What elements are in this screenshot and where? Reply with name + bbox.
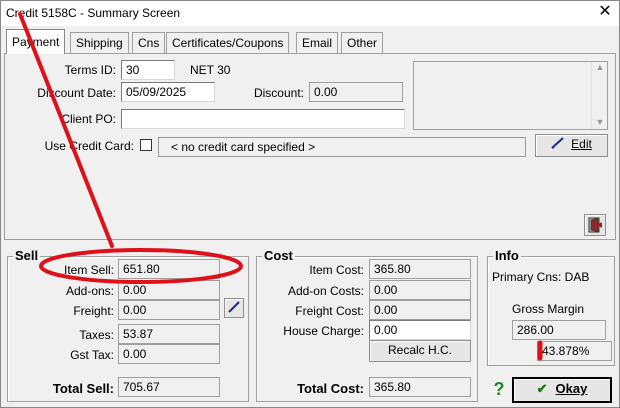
- use-credit-card-checkbox[interactable]: [140, 139, 152, 151]
- tab-cns[interactable]: Cns: [132, 32, 166, 53]
- close-icon[interactable]: ✕: [596, 3, 614, 21]
- okay-button[interactable]: ✔ Okay: [512, 377, 612, 403]
- scroll-down-icon[interactable]: ▼: [592, 117, 608, 127]
- use-credit-card-label: Use Credit Card:: [44, 139, 134, 153]
- tab-payment[interactable]: Payment: [6, 29, 66, 54]
- terms-description: NET 30: [190, 63, 231, 77]
- exit-door-icon: [587, 217, 603, 236]
- freight-cost-field: 0.00: [369, 300, 471, 320]
- tab-email[interactable]: Email: [296, 32, 339, 53]
- item-sell-label: Item Sell:: [63, 263, 114, 277]
- addon-costs-label: Add-on Costs:: [287, 284, 364, 298]
- help-icon[interactable]: ?: [490, 378, 508, 400]
- addons-field: 0.00: [118, 280, 220, 300]
- client-po-label: Client PO:: [61, 112, 116, 126]
- gross-margin-label: Gross Margin: [512, 302, 585, 316]
- house-charge-label: House Charge:: [283, 324, 364, 338]
- edit-button[interactable]: Edit: [535, 134, 608, 157]
- taxes-field: 53.87: [118, 324, 220, 344]
- scroll-up-icon[interactable]: ▲: [592, 62, 608, 72]
- sell-group-title: Sell: [13, 248, 41, 263]
- freight-label: Freight:: [73, 304, 114, 318]
- pencil-icon: [551, 136, 565, 154]
- pencil-icon: [227, 301, 241, 317]
- item-cost-field: 365.80: [369, 259, 471, 279]
- discount-date-field[interactable]: 05/09/2025: [121, 82, 215, 102]
- addons-label: Add-ons:: [65, 284, 114, 298]
- house-charge-field[interactable]: 0.00: [369, 320, 471, 340]
- primary-cns: Primary Cns: DAB: [492, 270, 590, 284]
- addon-costs-field: 0.00: [369, 280, 471, 300]
- window-title: Credit 5158C - Summary Screen: [6, 6, 181, 20]
- terms-id-field[interactable]: 30: [121, 60, 175, 80]
- discount-date-label: Discount Date:: [37, 86, 116, 100]
- total-cost-label: Total Cost:: [297, 381, 364, 396]
- edit-button-label: Edit: [571, 137, 592, 151]
- tab-certificates-coupons[interactable]: Certificates/Coupons: [166, 32, 290, 53]
- cost-group-title: Cost: [262, 248, 295, 263]
- credit-card-display: < no credit card specified >: [158, 137, 526, 157]
- tab-shipping[interactable]: Shipping: [70, 32, 129, 53]
- info-group-title: Info: [493, 248, 521, 263]
- terms-id-label: Terms ID:: [64, 63, 116, 77]
- freight-edit-button[interactable]: [224, 298, 244, 318]
- client-po-field[interactable]: [121, 109, 405, 129]
- notes-scrollbar[interactable]: ▲ ▼: [591, 62, 607, 129]
- total-cost-field: 365.80: [369, 377, 471, 397]
- discount-label: Discount:: [253, 86, 304, 100]
- freight-field: 0.00: [118, 300, 220, 320]
- tab-other[interactable]: Other: [341, 32, 384, 53]
- gross-margin-value: 286.00: [512, 320, 606, 340]
- exit-button[interactable]: [584, 214, 606, 236]
- gross-margin-percent: 43.878%: [537, 341, 612, 361]
- checkmark-icon: ✔: [536, 381, 548, 396]
- okay-button-label: Okay: [555, 381, 588, 396]
- total-sell-field: 705.67: [118, 377, 220, 397]
- taxes-label: Taxes:: [79, 328, 114, 342]
- freight-cost-label: Freight Cost:: [295, 304, 364, 318]
- item-cost-label: Item Cost:: [309, 263, 364, 277]
- item-sell-field: 651.80: [118, 259, 220, 279]
- notes-box: [413, 61, 608, 130]
- gst-tax-field: 0.00: [118, 344, 220, 364]
- total-sell-label: Total Sell:: [52, 381, 114, 396]
- discount-field: 0.00: [309, 82, 403, 102]
- gst-tax-label: Gst Tax:: [70, 348, 114, 362]
- recalc-hc-button[interactable]: Recalc H.C.: [369, 340, 471, 362]
